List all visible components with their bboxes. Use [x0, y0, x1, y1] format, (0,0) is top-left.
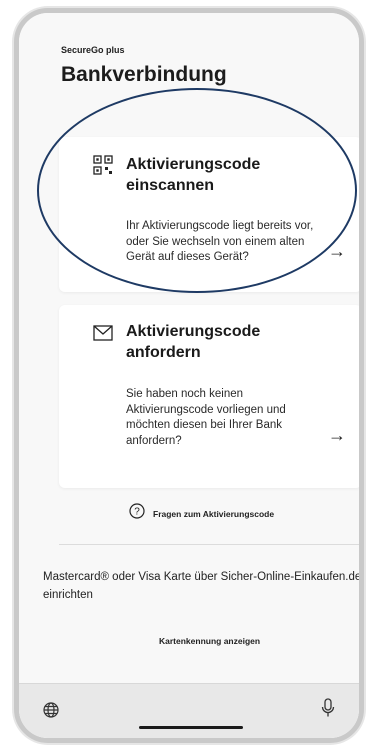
request-activation-code-card[interactable]: Aktivierungscode anfordern Sie haben noc…	[59, 305, 359, 488]
arrow-right-icon[interactable]: →	[328, 241, 346, 262]
app-name: SecureGo plus	[61, 45, 125, 55]
app-screen: SecureGo plus Bankverbindung Aktivierung…	[19, 13, 359, 738]
mastercard-setup-text: Mastercard® oder Visa Karte über Sicher-…	[43, 571, 362, 601]
phone-frame: SecureGo plus Bankverbindung Aktivierung…	[14, 8, 364, 743]
keyboard-bottom-bar	[19, 683, 359, 738]
globe-icon[interactable]	[43, 702, 59, 723]
card-description: Ihr Aktivierungscode liegt bereits vor, …	[126, 220, 314, 263]
question-circle-icon: ?	[129, 503, 145, 524]
divider	[59, 544, 359, 545]
card-description: Sie haben noch keinen Aktivierungscode v…	[126, 388, 286, 447]
qr-code-icon	[93, 155, 113, 180]
card-title: Aktivierungscode anfordern	[126, 323, 261, 361]
arrow-right-icon[interactable]: →	[328, 425, 346, 446]
microphone-icon[interactable]	[321, 698, 335, 723]
show-card-id-link[interactable]: Kartenkennung anzeigen	[159, 636, 260, 646]
envelope-icon	[93, 325, 113, 346]
faq-link[interactable]: ? Fragen zum Aktivierungscode	[129, 503, 274, 524]
scan-activation-code-card[interactable]: Aktivierungscode einscannen Ihr Aktivier…	[59, 137, 359, 292]
home-indicator	[139, 726, 243, 729]
faq-label: Fragen zum Aktivierungscode	[153, 508, 275, 519]
svg-text:?: ?	[134, 507, 140, 518]
page-title: Bankverbindung	[61, 63, 227, 86]
card-title: Aktivierungscode einscannen	[126, 156, 261, 194]
